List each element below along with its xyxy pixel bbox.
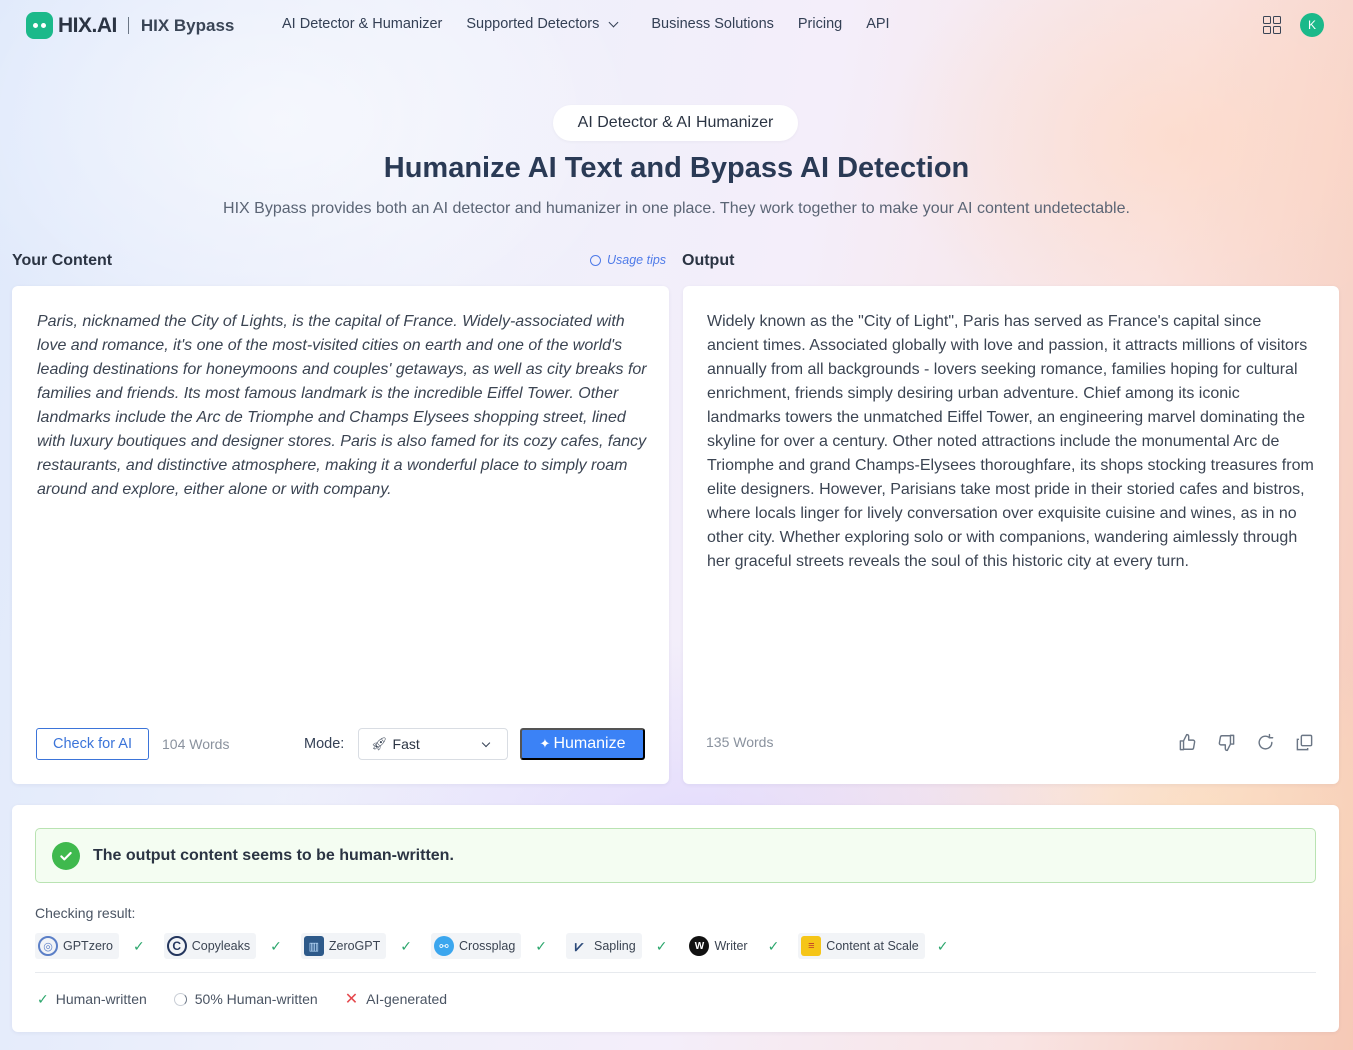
result-message: The output content seems to be human-wri…	[93, 846, 454, 864]
check-icon: ✓	[270, 937, 282, 954]
mode-label: Mode:	[304, 736, 345, 752]
check-icon: ✓	[936, 937, 949, 954]
nav-ai-detector-humanizer[interactable]: AI Detector & Humanizer	[282, 16, 442, 32]
mode-value: Fast	[392, 736, 420, 752]
sapling-logo-icon: ⩗	[574, 937, 584, 955]
results-divider	[35, 972, 1316, 973]
logo-divider	[127, 17, 129, 34]
zerogpt-logo-icon: ▥	[303, 936, 324, 956]
close-icon: ✕	[344, 991, 359, 1008]
check-icon: ✓	[400, 937, 412, 954]
nav-supported-detectors[interactable]: Supported Detectors	[466, 16, 619, 32]
top-navigation: HIX.AI HIX Bypass AI Detector & Humanize…	[0, 0, 1353, 50]
usage-tips-link[interactable]: Usage tips	[590, 253, 666, 267]
content-input[interactable]: Paris, nicknamed the City of Lights, is …	[37, 310, 647, 502]
check-icon: ✓	[133, 937, 145, 954]
hix-logo-icon	[26, 12, 53, 39]
success-check-icon	[52, 841, 80, 870]
half-circle-icon	[173, 992, 187, 1006]
result-legend: ✓ Human-written 50% Human-written ✕ AI-g…	[37, 989, 474, 1009]
output-word-count: 135 Words	[706, 734, 774, 750]
hero-pill: AI Detector & AI Humanizer	[553, 105, 798, 141]
crossplag-logo-icon: ⚯	[434, 936, 454, 956]
input-card: Paris, nicknamed the City of Lights, is …	[12, 286, 669, 784]
sparkle-icon: ✦	[539, 736, 551, 751]
input-word-count: 104 Words	[162, 736, 230, 752]
check-for-ai-button[interactable]: Check for AI	[36, 728, 149, 760]
detector-gptzero: ◎ GPTzero	[35, 933, 120, 959]
output-card: Widely known as the "City of Light", Par…	[683, 286, 1339, 784]
detector-crossplag: ⚯ Crossplag	[431, 933, 522, 959]
chevron-down-icon	[608, 17, 619, 27]
check-icon: ✓	[655, 937, 668, 954]
nav-business-solutions[interactable]: Business Solutions	[651, 16, 774, 32]
output-text: Widely known as the "City of Light", Par…	[707, 313, 1314, 570]
legend-ai: ✕ AI-generated	[344, 991, 448, 1008]
legend-half-human: 50% Human-written	[173, 991, 318, 1007]
detector-sapling: ⩗ Sapling	[566, 933, 642, 959]
page-subtitle: HIX Bypass provides both an AI detector …	[223, 200, 1130, 217]
thumbs-up-icon[interactable]	[1177, 732, 1197, 752]
page-title: Humanize AI Text and Bypass AI Detection	[383, 152, 970, 184]
content-at-scale-logo-icon: ≡	[801, 936, 822, 956]
nav-api[interactable]: API	[866, 16, 889, 32]
brand-logo[interactable]: HIX.AI HIX Bypass	[26, 12, 234, 39]
check-icon: ✓	[767, 937, 780, 954]
product-name: HIX Bypass	[140, 15, 235, 35]
copyleaks-logo-icon: C	[166, 936, 187, 956]
chevron-down-icon	[481, 738, 491, 748]
apps-grid-icon[interactable]	[1263, 16, 1281, 34]
user-avatar[interactable]: K	[1300, 13, 1324, 37]
detector-zerogpt: ▥ ZeroGPT	[300, 933, 387, 959]
writer-logo-icon: W	[689, 936, 710, 956]
nav-links: AI Detector & Humanizer Supported Detect…	[282, 16, 914, 32]
output-actions	[1177, 732, 1333, 752]
regenerate-icon[interactable]	[1255, 732, 1275, 752]
detector-copyleaks: C Copyleaks	[163, 933, 257, 959]
lightbulb-icon	[590, 254, 601, 266]
your-content-label: Your Content	[12, 252, 113, 269]
logo-text: HIX.AI	[58, 13, 117, 37]
rocket-icon: 🚀︎	[371, 736, 388, 751]
check-icon: ✓	[37, 990, 49, 1007]
legend-human: ✓ Human-written	[37, 990, 147, 1008]
detector-list: ◎ GPTzero ✓ C Copyleaks ✓ ▥ ZeroGPT ✓ ⚯ …	[35, 933, 967, 959]
gptzero-logo-icon: ◎	[38, 936, 58, 956]
check-icon: ✓	[535, 937, 548, 954]
detector-writer: W Writer	[686, 933, 753, 959]
checking-result-label: Checking result:	[35, 905, 136, 921]
output-label: Output	[682, 252, 735, 269]
mode-select[interactable]: 🚀︎ Fast	[358, 728, 508, 760]
results-card: The output content seems to be human-wri…	[12, 805, 1339, 1032]
nav-pricing[interactable]: Pricing	[798, 16, 842, 32]
result-banner: The output content seems to be human-wri…	[35, 828, 1316, 883]
humanize-button[interactable]: ✦ Humanize	[520, 728, 645, 760]
thumbs-down-icon[interactable]	[1216, 732, 1236, 752]
detector-content-at-scale: ≡ Content at Scale	[798, 933, 925, 959]
copy-icon[interactable]	[1294, 732, 1314, 752]
